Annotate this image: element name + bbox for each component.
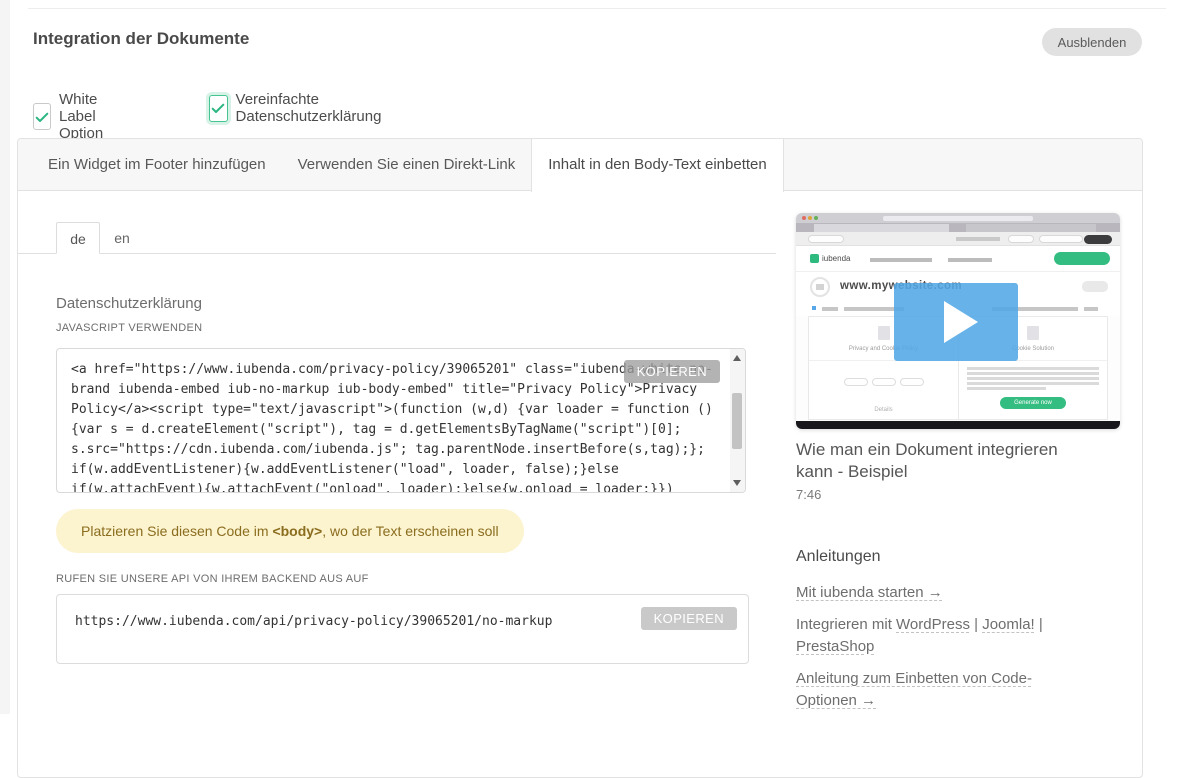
card-details-label: Details (809, 407, 958, 413)
embed-code-box[interactable]: <a href="https://www.iubenda.com/privacy… (56, 348, 746, 493)
browser-url-pill (883, 216, 1033, 221)
meta-text-bar (822, 307, 838, 311)
card-paragraph-bars (967, 367, 1099, 392)
guide-separator: | (1035, 616, 1043, 633)
iubenda-logo-icon (810, 254, 819, 263)
guide-row: Integrieren mit WordPress | Joomla! | Pr… (796, 614, 1086, 658)
nav-text-bar (948, 258, 992, 262)
iubenda-brand-text: iubenda (822, 254, 850, 263)
meta-text-bar (1084, 307, 1098, 311)
simplified-privacy-option: Vereinfachte Datenschutzerklärung (209, 91, 390, 125)
api-url-box[interactable]: https://www.iubenda.com/api/privacy-poli… (56, 594, 749, 664)
white-label-checkbox[interactable] (33, 103, 51, 130)
simplified-privacy-checkbox[interactable] (209, 95, 228, 122)
guides-links: Mit iubenda starten → Integrieren mit Wo… (796, 582, 1086, 722)
copy-api-button[interactable]: KOPIEREN (641, 607, 737, 630)
toolbar-pill (1008, 235, 1034, 243)
browser-tab (814, 224, 949, 232)
guide-integrate-prefix: Integrieren mit (796, 616, 896, 633)
video-title: Wie man ein Dokument integrieren kann - … (796, 439, 1088, 483)
guide-link-joomla[interactable]: Joomla! (982, 616, 1035, 633)
edit-pill (1082, 281, 1108, 292)
document-type-label: Datenschutzerklärung (56, 295, 202, 312)
thumb-bottom-bar (796, 421, 1120, 429)
play-icon (944, 301, 978, 343)
browser-tab (966, 224, 1096, 232)
start-generating-button (1054, 252, 1110, 265)
white-label-option-label: White Label Option (59, 91, 112, 142)
browser-tabbar (796, 223, 1120, 232)
scrollbar[interactable] (730, 349, 745, 492)
scroll-up-icon[interactable] (733, 355, 741, 361)
cookie-icon (1027, 326, 1039, 340)
site-toolbar (796, 232, 1120, 246)
guide-row: Anleitung zum Einbetten von Code-Optione… (796, 668, 1051, 712)
traffic-light-green-icon (814, 216, 818, 220)
integration-tabs: Ein Widget im Footer hinzufügen Verwende… (18, 139, 1142, 191)
page-left-edge (0, 0, 10, 714)
nav-text-bar (870, 258, 932, 262)
placement-notice: Platzieren Sie diesen Code im <body>, wo… (56, 509, 524, 553)
tab-direct-link[interactable]: Verwenden Sie einen Direkt-Link (282, 139, 532, 190)
guide-link-embed-options[interactable]: Anleitung zum Einbetten von Code-Optione… (796, 670, 1032, 709)
scrollbar-thumb[interactable] (732, 393, 742, 449)
guide-separator: | (970, 616, 982, 633)
video-duration: 7:46 (796, 487, 821, 502)
checkmark-icon (34, 109, 50, 125)
simplified-privacy-option-label: Vereinfachte Datenschutzerklärung (236, 91, 390, 125)
copy-code-button[interactable]: KOPIEREN (624, 360, 720, 383)
thumb-site-header: iubenda (796, 246, 1120, 272)
monitor-icon (810, 277, 830, 297)
browser-titlebar (796, 213, 1120, 223)
javascript-method-label: JAVASCRIPT VERWENDEN (56, 322, 202, 334)
toolbar-pill (808, 235, 844, 243)
api-section-label: RUFEN SIE UNSERE API VON IHREM BACKEND A… (56, 573, 369, 585)
tab-body-embed[interactable]: Inhalt in den Body-Text einbetten (531, 139, 783, 192)
lang-tab-en[interactable]: en (100, 222, 144, 254)
traffic-light-red-icon (802, 216, 806, 220)
section-divider (28, 8, 1166, 9)
notice-text-prefix: Platzieren Sie diesen Code im (81, 523, 272, 539)
video-thumbnail[interactable]: iubenda www.mywebsite.com Privacy and Co… (796, 213, 1120, 429)
generate-now-button: Generate now (1000, 397, 1066, 409)
traffic-light-yellow-icon (808, 216, 812, 220)
card-action-pills (809, 373, 958, 391)
embed-code-text: <a href="https://www.iubenda.com/privacy… (71, 360, 714, 493)
hide-button[interactable]: Ausblenden (1042, 28, 1142, 56)
play-overlay[interactable] (894, 283, 1018, 361)
white-label-option: White Label Option (33, 91, 112, 142)
scroll-down-icon[interactable] (733, 480, 741, 486)
checkmark-icon (210, 100, 226, 116)
page-title: Integration der Dokumente (33, 29, 249, 49)
api-url-text: https://www.iubenda.com/api/privacy-poli… (75, 614, 552, 629)
notice-body-tag: <body> (272, 523, 322, 539)
language-tabs: de en (56, 222, 144, 254)
guide-row: Mit iubenda starten → (796, 582, 1086, 604)
lang-tab-de[interactable]: de (56, 222, 100, 254)
guide-link-wordpress[interactable]: WordPress (896, 616, 970, 633)
document-icon (878, 326, 890, 340)
logout-pill (1084, 235, 1112, 244)
guides-heading: Anleitungen (796, 548, 881, 566)
notice-text-suffix: , wo der Text erscheinen soll (322, 523, 498, 539)
toolbar-text-bar (956, 237, 1000, 241)
tab-widget-footer[interactable]: Ein Widget im Footer hinzufügen (32, 139, 282, 190)
guide-link-prestashop[interactable]: PrestaShop (796, 638, 874, 655)
toolbar-pill (1039, 235, 1083, 243)
guide-link-start[interactable]: Mit iubenda starten → (796, 584, 943, 601)
integration-panel: Ein Widget im Footer hinzufügen Verwende… (17, 138, 1143, 778)
meta-dot-icon (812, 306, 816, 310)
